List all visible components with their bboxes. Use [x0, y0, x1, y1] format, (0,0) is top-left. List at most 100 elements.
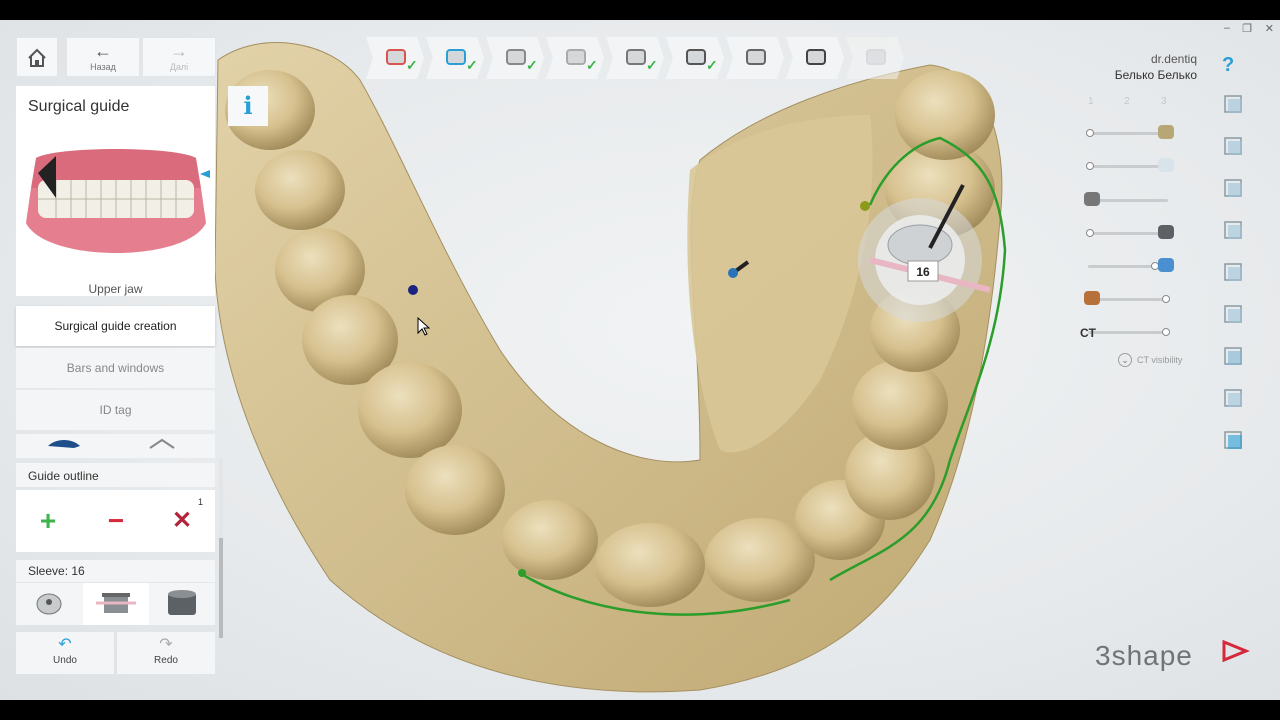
jaw-preview-image[interactable]	[16, 128, 215, 268]
sleeve-cylinder-icon[interactable]	[168, 590, 196, 615]
minimize-button[interactable]: –	[1224, 22, 1230, 34]
user-name: dr.dentiq	[1150, 52, 1197, 66]
clear-count-badge: 1	[198, 497, 204, 507]
visibility-slider[interactable]	[1088, 298, 1168, 301]
help-button[interactable]: ?	[1222, 54, 1234, 77]
brand-logo: 3shape	[1095, 640, 1193, 672]
workflow-step-tooth[interactable]: ✓	[546, 37, 604, 79]
marker-point[interactable]	[408, 285, 418, 295]
arrow-left-icon: ←	[94, 41, 112, 61]
view-left-button[interactable]	[1222, 177, 1246, 201]
view-back-button[interactable]	[1222, 261, 1246, 285]
camera-button[interactable]	[1222, 387, 1246, 411]
cut-icon	[504, 47, 528, 67]
redo-button[interactable]: ↷ Redo	[117, 632, 215, 674]
redo-icon: ↷	[159, 636, 173, 653]
checkmark-icon: ✓	[586, 57, 598, 73]
checkmark-icon: ✓	[406, 57, 418, 73]
annotation-button[interactable]	[1222, 429, 1246, 453]
minus-icon: −	[107, 505, 125, 536]
visibility-slider[interactable]	[1088, 199, 1168, 202]
lighting-icon	[1224, 347, 1242, 365]
guide-outline-label: Guide outline	[28, 469, 99, 483]
outline-point[interactable]	[860, 201, 870, 211]
undo-label: Undo	[53, 655, 77, 666]
workflow-step-guide-design[interactable]	[786, 37, 844, 79]
slider-knob[interactable]	[1086, 229, 1094, 237]
sleeve-layer-icon	[1158, 225, 1174, 239]
export-icon	[864, 47, 888, 67]
view-top-button[interactable]	[1222, 93, 1246, 117]
sleeve-label: Sleeve: 16	[28, 564, 85, 578]
implant-icon	[684, 47, 708, 67]
tooth-layer-icon	[1158, 158, 1174, 172]
back-label: Назад	[90, 62, 116, 72]
slider-knob[interactable]	[1162, 328, 1170, 336]
workflow-step-implant[interactable]: ✓	[666, 37, 724, 79]
back-button[interactable]: ← Назад	[66, 37, 140, 77]
slider-knob[interactable]	[1086, 129, 1094, 137]
view-front-button[interactable]	[1222, 135, 1246, 159]
home-button[interactable]	[16, 37, 58, 77]
forward-button[interactable]: → Далі	[142, 37, 216, 77]
visibility-slider[interactable]	[1088, 331, 1168, 334]
menu-id-tag[interactable]: ID tag	[16, 390, 215, 430]
ct-label: CT	[1080, 326, 1096, 340]
surface-icon[interactable]	[149, 438, 175, 449]
visibility-slider[interactable]	[1088, 165, 1168, 168]
camera-icon	[1224, 389, 1242, 407]
view-bottom-button[interactable]	[1222, 303, 1246, 327]
logo-arrow-icon	[1222, 640, 1250, 662]
panel-scrollbar[interactable]	[219, 458, 223, 644]
ct-visibility-toggle[interactable]: CT visibility	[1137, 355, 1182, 365]
chevron-down-icon[interactable]: ⌄	[1118, 353, 1132, 367]
remove-outline-button[interactable]: −	[84, 490, 148, 552]
order-form-icon	[384, 47, 408, 67]
help-icon: ?	[1222, 54, 1235, 76]
plus-icon: +	[39, 505, 57, 536]
menu-bars-and-windows[interactable]: Bars and windows	[16, 348, 215, 388]
undo-button[interactable]: ↶ Undo	[16, 632, 114, 674]
eye-icon[interactable]	[48, 440, 80, 448]
guide-design-icon	[804, 47, 828, 67]
workflow-step-cut[interactable]: ✓	[486, 37, 544, 79]
forward-label: Далі	[169, 62, 189, 72]
app-window: 16 ← Назад → Далі Surgical guide Upper j…	[0, 20, 1280, 700]
menu-surgical-guide-creation[interactable]: Surgical guide creation	[16, 306, 215, 346]
close-icon: ✕	[171, 507, 193, 534]
restore-button[interactable]: ❐	[1242, 22, 1252, 35]
lighting-button[interactable]	[1222, 345, 1246, 369]
copper-layer-icon	[1084, 291, 1100, 305]
view-right-button[interactable]	[1222, 219, 1246, 243]
layer-tab-3[interactable]: 3	[1161, 96, 1167, 107]
workflow-step-alignment[interactable]: ✓	[606, 37, 664, 79]
layer-tab-1[interactable]: 1	[1088, 96, 1094, 107]
add-outline-button[interactable]: +	[16, 490, 80, 552]
visibility-slider[interactable]	[1088, 132, 1168, 135]
sleeve-options	[16, 583, 215, 625]
view-bottom-icon	[1224, 305, 1242, 323]
undo-icon: ↶	[58, 636, 72, 653]
info-icon: i	[243, 91, 253, 120]
sleeve-top-icon[interactable]	[36, 593, 62, 615]
slider-knob[interactable]	[1162, 295, 1170, 303]
layer-tab-2[interactable]: 2	[1124, 96, 1130, 107]
clear-outline-button[interactable]: ✕	[150, 490, 214, 552]
user-org: Белько Белько	[1114, 68, 1197, 82]
view-back-icon	[1224, 263, 1242, 281]
sleeve-icon	[744, 47, 768, 67]
jaw-label: Upper jaw	[88, 282, 143, 296]
outline-point[interactable]	[518, 569, 526, 577]
view-right-icon	[1224, 221, 1242, 239]
workflow-step-order-form[interactable]: ✓	[366, 37, 424, 79]
cylinder-layer-icon	[1158, 258, 1174, 272]
top-letterbox	[0, 0, 1280, 20]
workflow-step-export[interactable]	[846, 37, 904, 79]
close-button[interactable]: ✕	[1265, 22, 1274, 35]
view-top-icon	[1224, 95, 1242, 113]
slider-knob[interactable]	[1086, 162, 1094, 170]
info-button[interactable]: i	[228, 86, 268, 126]
visibility-slider[interactable]	[1088, 232, 1168, 235]
workflow-step-sleeve[interactable]	[726, 37, 784, 79]
workflow-step-scan-import[interactable]: ✓	[426, 37, 484, 79]
